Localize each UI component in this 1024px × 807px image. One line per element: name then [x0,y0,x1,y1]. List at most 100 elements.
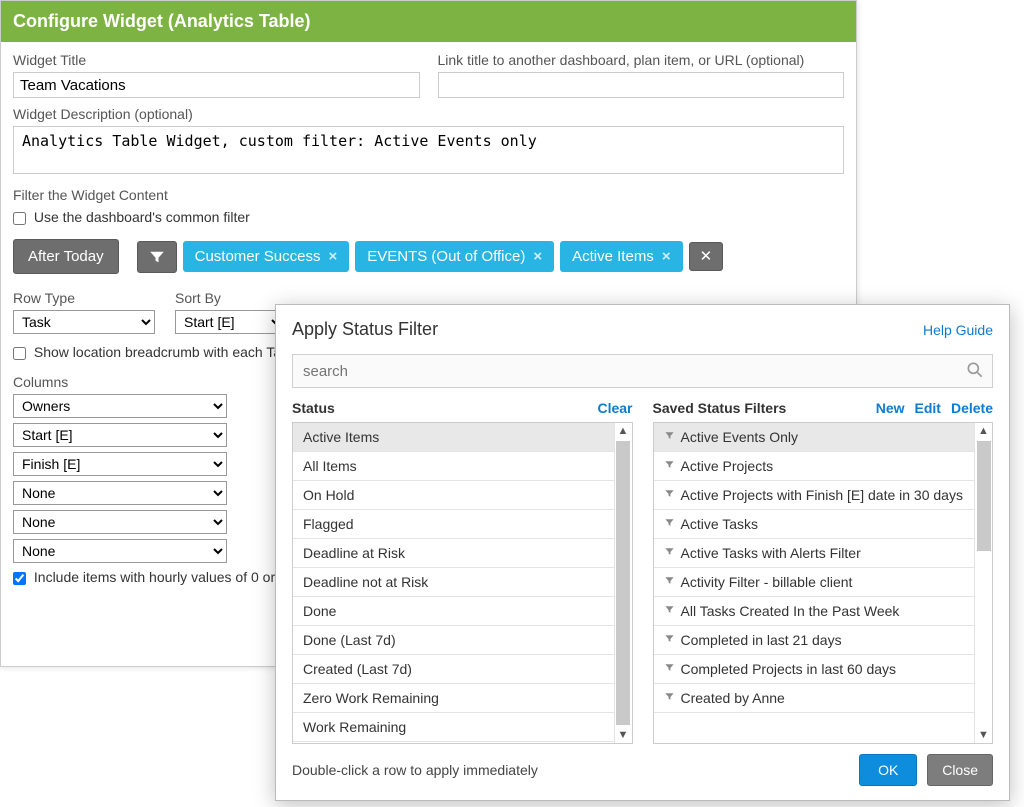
scroll-thumb[interactable] [616,441,630,725]
saved-filter-item[interactable]: Completed Projects in last 60 days [654,655,975,684]
funnel-icon [664,488,675,502]
new-link[interactable]: New [876,400,905,416]
include-hourly-label: Include items with hourly values of 0 or… [34,569,287,585]
saved-filters-listbox: Active Events Only Active Projects Active … [653,422,994,744]
saved-filter-item[interactable]: Active Projects with Finish [E] date in … [654,481,975,510]
status-item[interactable]: Active Items [293,423,614,452]
saved-filter-item[interactable]: Active Projects [654,452,975,481]
link-title-label: Link title to another dashboard, plan it… [438,52,845,68]
scroll-up-icon[interactable]: ▲ [978,423,989,439]
filter-section-label: Filter the Widget Content [13,187,844,203]
filter-chip[interactable]: EVENTS (Out of Office) × [355,241,554,272]
status-scrollbar[interactable]: ▲ ▼ [614,423,632,743]
filter-chips: Customer Success× EVENTS (Out of Office) ×… [183,241,683,272]
widget-title-label: Widget Title [13,52,420,68]
funnel-icon [664,691,675,705]
widget-title-input[interactable] [13,72,420,98]
close-button[interactable]: Close [927,754,993,786]
chip-label: Active Items [572,248,654,265]
row-type-label: Row Type [13,290,155,306]
filter-chip[interactable]: Active Items × [560,241,682,272]
saved-filter-item[interactable]: Completed in last 21 days [654,626,975,655]
search-icon[interactable] [965,360,985,383]
breadcrumb-label: Show location breadcrumb with each Tas [34,344,288,360]
saved-filter-item[interactable]: Created by Anne [654,684,975,713]
chip-remove-icon[interactable]: × [662,248,671,265]
saved-filter-label: Created by Anne [681,690,785,706]
panel-title: Configure Widget (Analytics Table) [1,1,856,42]
status-item[interactable]: Flagged [293,510,614,539]
use-common-filter-label: Use the dashboard's common filter [34,209,250,225]
edit-link[interactable]: Edit [915,400,941,416]
saved-filter-label: All Tasks Created In the Past Week [681,603,900,619]
help-guide-link[interactable]: Help Guide [923,322,993,338]
funnel-icon [664,459,675,473]
saved-filter-label: Completed in last 21 days [681,632,842,648]
status-item[interactable]: Deadline not at Risk [293,568,614,597]
saved-filter-label: Active Projects with Finish [E] date in … [681,487,963,503]
saved-filter-item[interactable]: Active Tasks with Alerts Filter [654,539,975,568]
row-type-select[interactable]: Task [13,310,155,334]
column-select[interactable]: Owners [13,394,227,418]
modal-hint: Double-click a row to apply immediately [292,762,538,778]
column-select[interactable]: None [13,510,227,534]
chip-remove-icon[interactable]: × [533,248,542,265]
funnel-icon [148,248,166,266]
status-item[interactable]: Done [293,597,614,626]
saved-filter-item[interactable]: Activity Filter - billable client [654,568,975,597]
sort-by-select[interactable]: Start [E] [175,310,285,334]
status-item[interactable]: On Hold [293,481,614,510]
column-select[interactable]: Finish [E] [13,452,227,476]
funnel-icon [664,517,675,531]
scroll-down-icon[interactable]: ▼ [978,727,989,743]
saved-filters-header: Saved Status Filters [653,400,787,416]
saved-filter-item[interactable]: Active Events Only [654,423,975,452]
breadcrumb-checkbox[interactable] [13,347,26,360]
status-listbox: Active ItemsAll ItemsOn HoldFlaggedDeadl… [292,422,633,744]
status-item[interactable]: Zero Work Remaining [293,684,614,713]
chip-remove-icon[interactable]: × [328,248,337,265]
status-item[interactable]: Work Remaining [293,713,614,742]
saved-scrollbar[interactable]: ▲ ▼ [974,423,992,743]
saved-filter-label: Completed Projects in last 60 days [681,661,897,677]
include-hourly-checkbox[interactable] [13,572,26,585]
saved-filter-item[interactable]: All Tasks Created In the Past Week [654,597,975,626]
saved-filter-item[interactable]: Active Tasks [654,510,975,539]
description-label: Widget Description (optional) [13,106,844,122]
status-item[interactable]: Deadline at Risk [293,539,614,568]
status-item[interactable]: Done (Last 7d) [293,626,614,655]
description-textarea[interactable] [13,126,844,174]
saved-filter-label: Active Tasks [681,516,759,532]
saved-filter-label: Activity Filter - billable client [681,574,853,590]
saved-filter-label: Active Projects [681,458,774,474]
saved-filter-label: Active Tasks with Alerts Filter [681,545,861,561]
use-common-filter-checkbox[interactable] [13,212,26,225]
column-select[interactable]: None [13,481,227,505]
column-select[interactable]: Start [E] [13,423,227,447]
scroll-thumb[interactable] [977,441,991,551]
filter-chip[interactable]: Customer Success× [183,241,350,272]
chip-label: EVENTS (Out of Office) [367,248,525,265]
close-icon: ✕ [700,249,713,264]
link-title-input[interactable] [438,72,845,98]
filter-icon-button[interactable] [137,241,177,273]
saved-filter-label: Active Events Only [681,429,799,445]
search-input[interactable] [292,354,993,388]
scroll-down-icon[interactable]: ▼ [618,727,629,743]
modal-title: Apply Status Filter [292,319,438,340]
ok-button[interactable]: OK [859,754,917,786]
clear-link[interactable]: Clear [597,400,632,416]
delete-link[interactable]: Delete [951,400,993,416]
sort-by-label: Sort By [175,290,285,306]
after-today-button[interactable]: After Today [13,239,119,274]
scroll-up-icon[interactable]: ▲ [618,423,629,439]
status-item[interactable]: Created (Last 7d) [293,655,614,684]
funnel-icon [664,430,675,444]
status-item[interactable]: All Items [293,452,614,481]
funnel-icon [664,662,675,676]
status-item[interactable]: Has Dependencies [293,742,614,743]
column-select[interactable]: None [13,539,227,563]
remove-chip-button[interactable]: ✕ [689,242,724,271]
apply-status-filter-modal: Apply Status Filter Help Guide Status Cl… [275,304,1010,801]
funnel-icon [664,546,675,560]
